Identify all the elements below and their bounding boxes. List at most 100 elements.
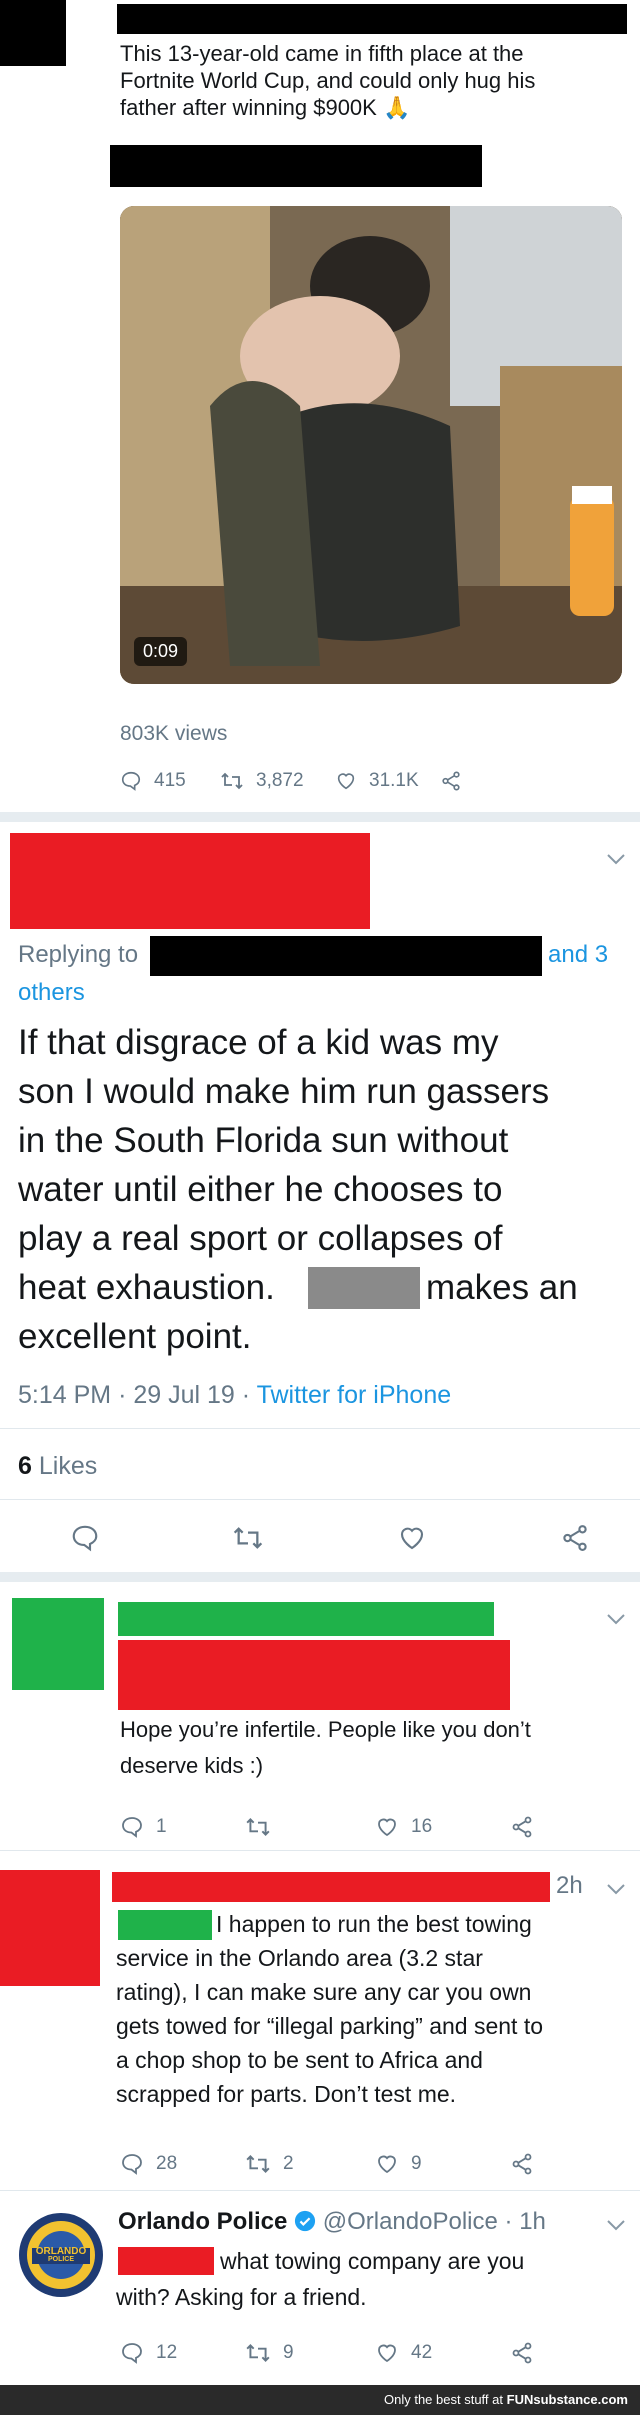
- tweet-2-line: heat exhaustion. makes an: [18, 1263, 633, 1312]
- tweet-1-line: This 13-year-old came in fifth place at …: [120, 41, 524, 66]
- redacted-user-header: [10, 833, 370, 929]
- retweet-button[interactable]: 9: [245, 2341, 375, 2365]
- share-icon[interactable]: [560, 1523, 590, 1553]
- footer-text: Only the best stuff at: [384, 2392, 503, 2407]
- tweet-source[interactable]: Twitter for iPhone: [257, 1381, 452, 1409]
- tweet-date: 29 Jul 19: [133, 1381, 235, 1409]
- reply-2-actions: 28 2 9: [120, 2152, 534, 2176]
- chevron-down-icon[interactable]: [605, 2218, 627, 2232]
- replying-to-others-2[interactable]: others: [18, 979, 85, 1007]
- like-button[interactable]: 9: [375, 2152, 510, 2176]
- redacted-avatar: [12, 1598, 104, 1690]
- share-button[interactable]: [510, 1815, 534, 1839]
- share-icon: [512, 1816, 532, 1838]
- tweet-2-line: play a real sport or collapses of: [18, 1219, 503, 1258]
- reply-2-line: service in the Orlando area (3.2 star: [116, 1945, 483, 1971]
- reply-count: 1: [156, 1816, 167, 1837]
- user-handle[interactable]: @OrlandoPolice: [323, 2208, 498, 2235]
- reply-1-line: deserve kids :): [120, 1753, 264, 1778]
- redacted-username: [112, 1872, 550, 1902]
- reply-2-line: gets towed for “illegal parking” and sen…: [116, 2013, 544, 2039]
- share-button[interactable]: [510, 2152, 534, 2176]
- view-count: 803K views: [120, 722, 228, 745]
- retweet-icon: [246, 2155, 270, 2173]
- like-count: 42: [411, 2342, 433, 2363]
- reply-1-actions: 1 16: [120, 1815, 534, 1839]
- heart-icon: [378, 2344, 396, 2363]
- tweet-2-line: water until either he chooses to: [18, 1170, 503, 1209]
- badge-text-line: POLICE: [47, 2256, 75, 2263]
- retweet-button[interactable]: [245, 1815, 375, 1839]
- likes-summary[interactable]: 6 Likes: [18, 1452, 97, 1481]
- like-button[interactable]: 31.1K: [335, 770, 440, 792]
- chevron-down-icon[interactable]: [605, 1882, 627, 1896]
- like-button[interactable]: 16: [375, 1815, 510, 1839]
- reply-2-line: rating), I can make sure any car you own: [116, 1979, 532, 2005]
- reply-3-actions: 12 9 42: [120, 2341, 534, 2365]
- like-count: 31.1K: [369, 770, 419, 791]
- watermark-footer: Only the best stuff at FUNsubstance.com: [0, 2385, 640, 2415]
- badge-text: ORLANDO POLICE: [18, 2246, 104, 2264]
- tweet-2-line: in the South Florida sun without: [18, 1121, 509, 1160]
- redacted-reply-target: [150, 936, 542, 976]
- tweet-1-line: Fortnite World Cup, and could only hug h…: [120, 68, 536, 93]
- tweet-2-actions: [70, 1523, 590, 1553]
- tweet-2-line: If that disgrace of a kid was my: [18, 1023, 499, 1062]
- redacted-username: [117, 4, 627, 34]
- replying-to-prefix: Replying to: [18, 941, 139, 968]
- reply-icon: [122, 2154, 142, 2175]
- reply-2-time: 2h: [556, 1872, 583, 1899]
- reply-1-text: Hope you’re infertile. People like you d…: [120, 1712, 531, 1784]
- reply-button[interactable]: 12: [120, 2341, 245, 2365]
- chevron-down-icon[interactable]: [605, 1612, 627, 1626]
- reply-1-line: Hope you’re infertile. People like you d…: [120, 1717, 531, 1742]
- meta-divider: [0, 1428, 640, 1429]
- reply-button[interactable]: 415: [120, 770, 220, 792]
- reply-button[interactable]: 1: [120, 1815, 245, 1839]
- heart-icon: [378, 1818, 396, 1837]
- reply-count: 28: [156, 2153, 178, 2174]
- reply-count: 415: [154, 770, 186, 791]
- tweet-1-line: father after winning $900K 🙏: [120, 95, 411, 120]
- retweet-count: 3,872: [256, 770, 304, 791]
- video-player[interactable]: 0:09: [120, 206, 622, 684]
- retweet-icon: [246, 2344, 270, 2362]
- reply-icon: [121, 771, 141, 791]
- reply-3-text: what towing company are you with? Asking…: [116, 2243, 524, 2315]
- reply-3-line: with? Asking for a friend.: [116, 2284, 367, 2310]
- redacted-avatar: [0, 1870, 100, 1986]
- display-name[interactable]: Orlando Police: [118, 2208, 287, 2235]
- redacted-mention: [308, 1267, 420, 1309]
- retweet-button[interactable]: 2: [245, 2152, 375, 2176]
- heart-icon[interactable]: [396, 1523, 428, 1553]
- retweet-count: 9: [283, 2342, 294, 2363]
- tweet-2-meta: 5:14 PM · 29 Jul 19 · Twitter for iPhone: [18, 1381, 452, 1409]
- reply-button[interactable]: 28: [120, 2152, 245, 2176]
- share-button[interactable]: [440, 770, 462, 792]
- reply-2-line: scrapped for parts. Don’t test me.: [116, 2081, 457, 2107]
- retweet-button[interactable]: 3,872: [220, 770, 335, 792]
- chevron-down-icon[interactable]: [605, 852, 627, 866]
- tweet-2-line: excellent point.: [18, 1317, 252, 1356]
- footer-brand: FUNsubstance.com: [506, 2392, 628, 2407]
- reply-3-time: 1h: [519, 2208, 546, 2235]
- badge-text-line: ORLANDO: [35, 2246, 87, 2257]
- verified-badge-icon: [294, 2210, 316, 2232]
- likes-label: Likes: [38, 1452, 98, 1480]
- tweet-2-body: If that disgrace of a kid was my son I w…: [18, 1018, 633, 1361]
- tweet-2-text-segment: makes an: [426, 1268, 578, 1307]
- tweet-1-text: This 13-year-old came in fifth place at …: [120, 40, 630, 121]
- redacted-avatar: [0, 0, 66, 66]
- reply-icon[interactable]: [70, 1523, 100, 1553]
- section-divider: [0, 1572, 640, 1582]
- video-duration-badge: 0:09: [134, 637, 188, 666]
- share-button[interactable]: [510, 2341, 534, 2365]
- orlando-police-avatar[interactable]: ORLANDO POLICE: [18, 2212, 104, 2298]
- replying-to-others[interactable]: and 3: [548, 941, 608, 969]
- reply-3-header: Orlando Police @OrlandoPolice · 1h: [118, 2208, 546, 2235]
- like-button[interactable]: 42: [375, 2341, 510, 2365]
- video-thumbnail: [120, 206, 622, 684]
- retweet-icon[interactable]: [232, 1523, 264, 1553]
- reply-3-line: what towing company are you: [220, 2248, 525, 2274]
- share-icon: [512, 2153, 532, 2175]
